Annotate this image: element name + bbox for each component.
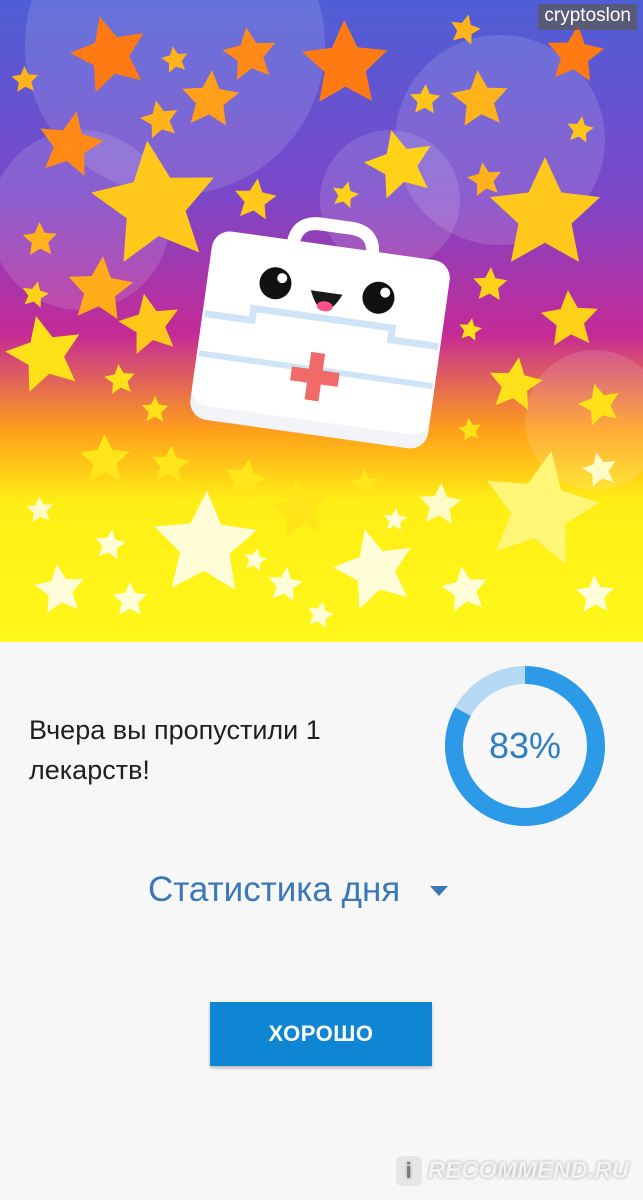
star-icon (5, 316, 80, 392)
ok-button[interactable]: ХОРОШО (210, 1002, 432, 1066)
chevron-down-icon (430, 886, 449, 896)
star-icon (473, 267, 508, 301)
star-icon (419, 483, 462, 524)
star-icon (268, 567, 303, 601)
star-icon (141, 396, 169, 422)
star-icon (226, 458, 267, 501)
star-icon (540, 290, 598, 346)
info-icon: i (395, 1156, 422, 1186)
adherence-percent: 83% (488, 725, 562, 766)
star-icon (441, 566, 487, 612)
star-icon (244, 548, 267, 571)
star-icon (333, 529, 411, 609)
star-icon (104, 364, 135, 394)
star-icon (270, 480, 327, 537)
star-icon (80, 434, 130, 482)
star-icon (26, 496, 53, 522)
star-icon (308, 601, 334, 628)
star-icon (95, 529, 126, 560)
star-icon (384, 508, 407, 531)
star-icon (459, 318, 482, 341)
star-icon (34, 564, 84, 613)
star-icon (458, 418, 481, 441)
star-icon (575, 575, 614, 612)
day-statistics-label: Статистика дня (148, 870, 401, 909)
missed-medications-message: Вчера вы пропустили 1 лекарств! (29, 715, 321, 785)
stars-illustration (0, 0, 643, 628)
recommend-watermark: i RECOMMEND.RU (395, 1156, 629, 1186)
summary-panel: Вчера вы пропустили 1 лекарств! 83% Стат… (0, 642, 643, 1200)
day-statistics-dropdown[interactable]: Статистика дня (148, 870, 449, 910)
star-icon (235, 178, 277, 220)
watermark-username: cryptoslon (538, 4, 637, 30)
star-icon (118, 293, 178, 354)
star-icon (151, 445, 190, 483)
star-icon (154, 491, 257, 590)
hero-illustration: cryptoslon (0, 0, 643, 642)
watermark-text: RECOMMEND.RU (427, 1157, 629, 1184)
star-icon (112, 582, 148, 615)
star-icon (349, 469, 380, 499)
